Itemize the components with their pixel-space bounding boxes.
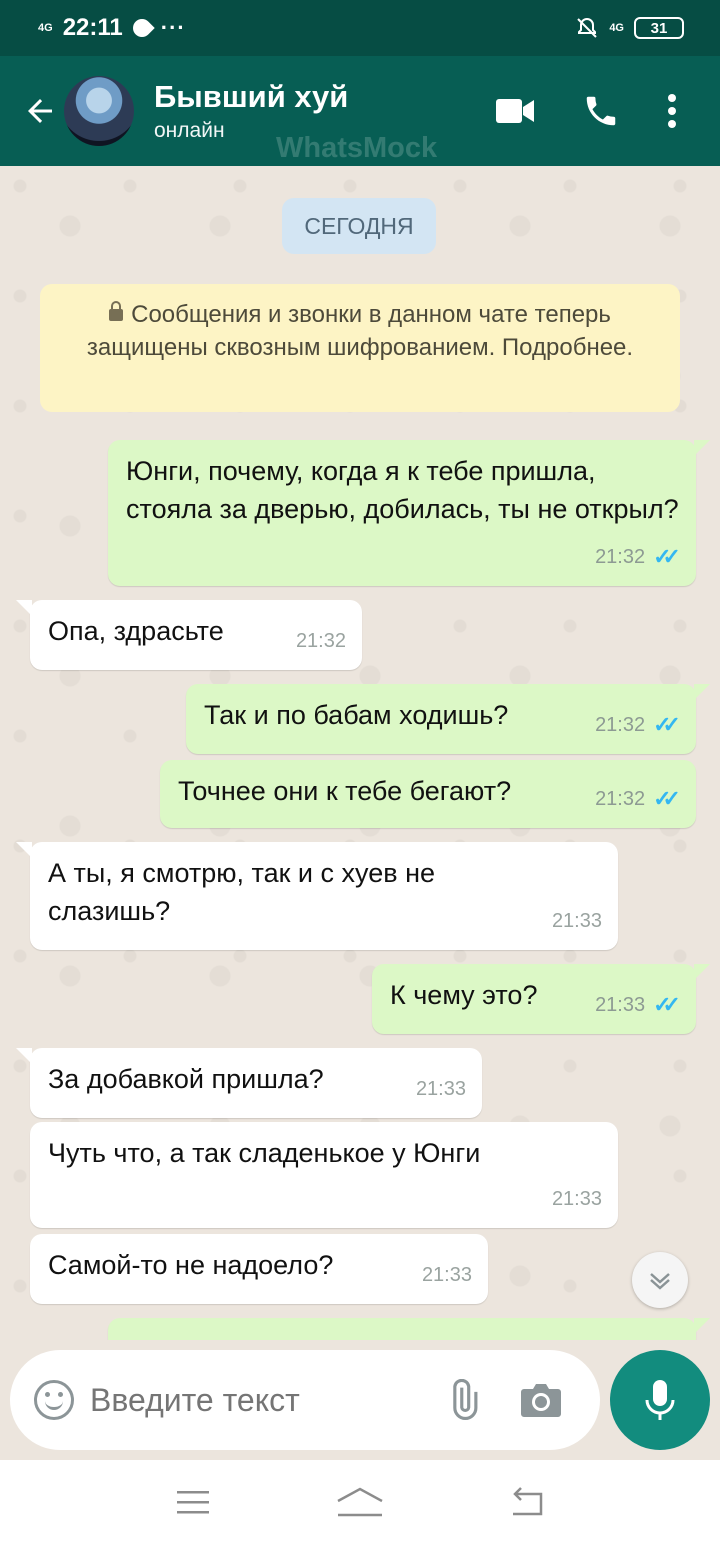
lock-icon (109, 301, 124, 321)
message-text: Юнги, почему, когда я к тебе пришла, сто… (126, 456, 679, 524)
message-meta: 21:33 (422, 1256, 472, 1294)
message-time: 21:33 (421, 1264, 472, 1286)
contact-name: Бывший хуй (154, 79, 349, 114)
message-text: А ты, я смотрю, так и с хуев не слазишь? (48, 858, 435, 926)
status-left: 4G 22:11 ··· (38, 14, 186, 42)
more-vert-icon[interactable] (644, 81, 700, 141)
message-meta: 21:32 ✓✓ (595, 538, 681, 576)
mic-button[interactable] (610, 1350, 710, 1450)
camera-icon[interactable] (518, 1377, 564, 1423)
chat-header: Бывший хуй онлайн WhatsMock (0, 56, 720, 166)
battery-icon: 31 (634, 17, 684, 39)
network-indicator-right: 4G (609, 22, 624, 34)
message-meta: 21:33 ✓✓ (595, 986, 681, 1024)
message-time: 21:32 (595, 788, 646, 810)
scroll-down-button[interactable] (632, 1252, 688, 1308)
status-bar: 4G 22:11 ··· 4G 31 (0, 0, 720, 56)
read-ticks-icon: ✓✓ (653, 786, 681, 811)
video-call-icon[interactable] (472, 81, 558, 141)
status-time: 22:11 (62, 14, 123, 41)
message-text: Самой-то не надоело? (48, 1250, 334, 1280)
message-bubble[interactable]: Чуть что, а так сладенькое у Юнги 21:33 (30, 1122, 618, 1228)
back-icon[interactable] (487, 1472, 567, 1532)
message-bubble[interactable]: Так и по бабам ходишь? 21:32 ✓✓ (186, 684, 710, 754)
message-time: 21:33 (595, 994, 646, 1016)
message-time: 21:32 (595, 546, 646, 568)
message-time: 21:33 (551, 1188, 602, 1210)
bell-off-icon (577, 17, 598, 38)
attach-icon[interactable] (440, 1377, 486, 1423)
mic-icon (645, 1380, 675, 1420)
home-icon[interactable] (320, 1472, 400, 1532)
message-meta: 21:32 ✓✓ (595, 780, 681, 818)
status-right: 4G 31 (575, 16, 684, 40)
message-bubble-partial[interactable] (108, 1318, 710, 1340)
phone-icon[interactable] (558, 81, 644, 141)
message-bubble[interactable]: А ты, я смотрю, так и с хуев не слазишь?… (16, 842, 618, 950)
emoji-icon[interactable] (34, 1380, 74, 1420)
watermark: WhatsMock (276, 132, 438, 164)
system-nav-bar (0, 1460, 720, 1544)
message-time: 21:32 (595, 714, 646, 736)
message-bubble[interactable]: К чему это? 21:33 ✓✓ (372, 964, 710, 1034)
encryption-notice[interactable]: Сообщения и звонки в данном чате теперь … (40, 284, 680, 412)
message-bubble[interactable]: За добавкой пришла? 21:33 (16, 1048, 482, 1118)
read-ticks-icon: ✓✓ (653, 712, 681, 737)
message-text: За добавкой пришла? (48, 1064, 324, 1094)
network-indicator: 4G (38, 22, 53, 34)
message-meta: 21:32 (296, 622, 346, 660)
message-meta: 21:33 (552, 1180, 602, 1218)
battery-level: 31 (650, 19, 668, 37)
encryption-notice-text: Сообщения и звонки в данном чате теперь … (86, 301, 634, 361)
leaf-icon (129, 15, 155, 41)
message-meta: 21:32 ✓✓ (595, 706, 681, 744)
message-time: 21:33 (415, 1078, 466, 1100)
message-input-box[interactable] (10, 1350, 600, 1450)
status-more: ··· (160, 15, 186, 40)
message-text: Чуть что, а так сладенькое у Юнги (48, 1138, 481, 1168)
chat-area[interactable]: СЕГОДНЯ Сообщения и звонки в данном чате… (0, 166, 720, 1340)
chevron-down-icon (650, 1273, 670, 1290)
message-bubble[interactable]: Опа, здрасьте 21:32 (16, 600, 362, 670)
read-ticks-icon: ✓✓ (653, 992, 681, 1017)
message-bubble[interactable]: Юнги, почему, когда я к тебе пришла, сто… (108, 440, 710, 586)
message-meta: 21:33 (552, 902, 602, 940)
input-bar (0, 1340, 720, 1460)
header-actions (472, 81, 700, 141)
menu-icon[interactable] (153, 1472, 233, 1532)
avatar[interactable] (64, 76, 134, 146)
back-arrow-icon[interactable] (10, 81, 70, 141)
read-ticks-icon: ✓✓ (653, 544, 681, 569)
message-time: 21:32 (295, 630, 346, 652)
message-bubble[interactable]: Самой-то не надоело? 21:33 (30, 1234, 488, 1304)
message-bubble[interactable]: Точнее они к тебе бегают? 21:32 ✓✓ (160, 760, 696, 828)
date-chip: СЕГОДНЯ (282, 198, 436, 254)
message-meta: 21:33 (416, 1070, 466, 1108)
message-time: 21:33 (551, 910, 602, 932)
message-input[interactable] (90, 1381, 430, 1419)
